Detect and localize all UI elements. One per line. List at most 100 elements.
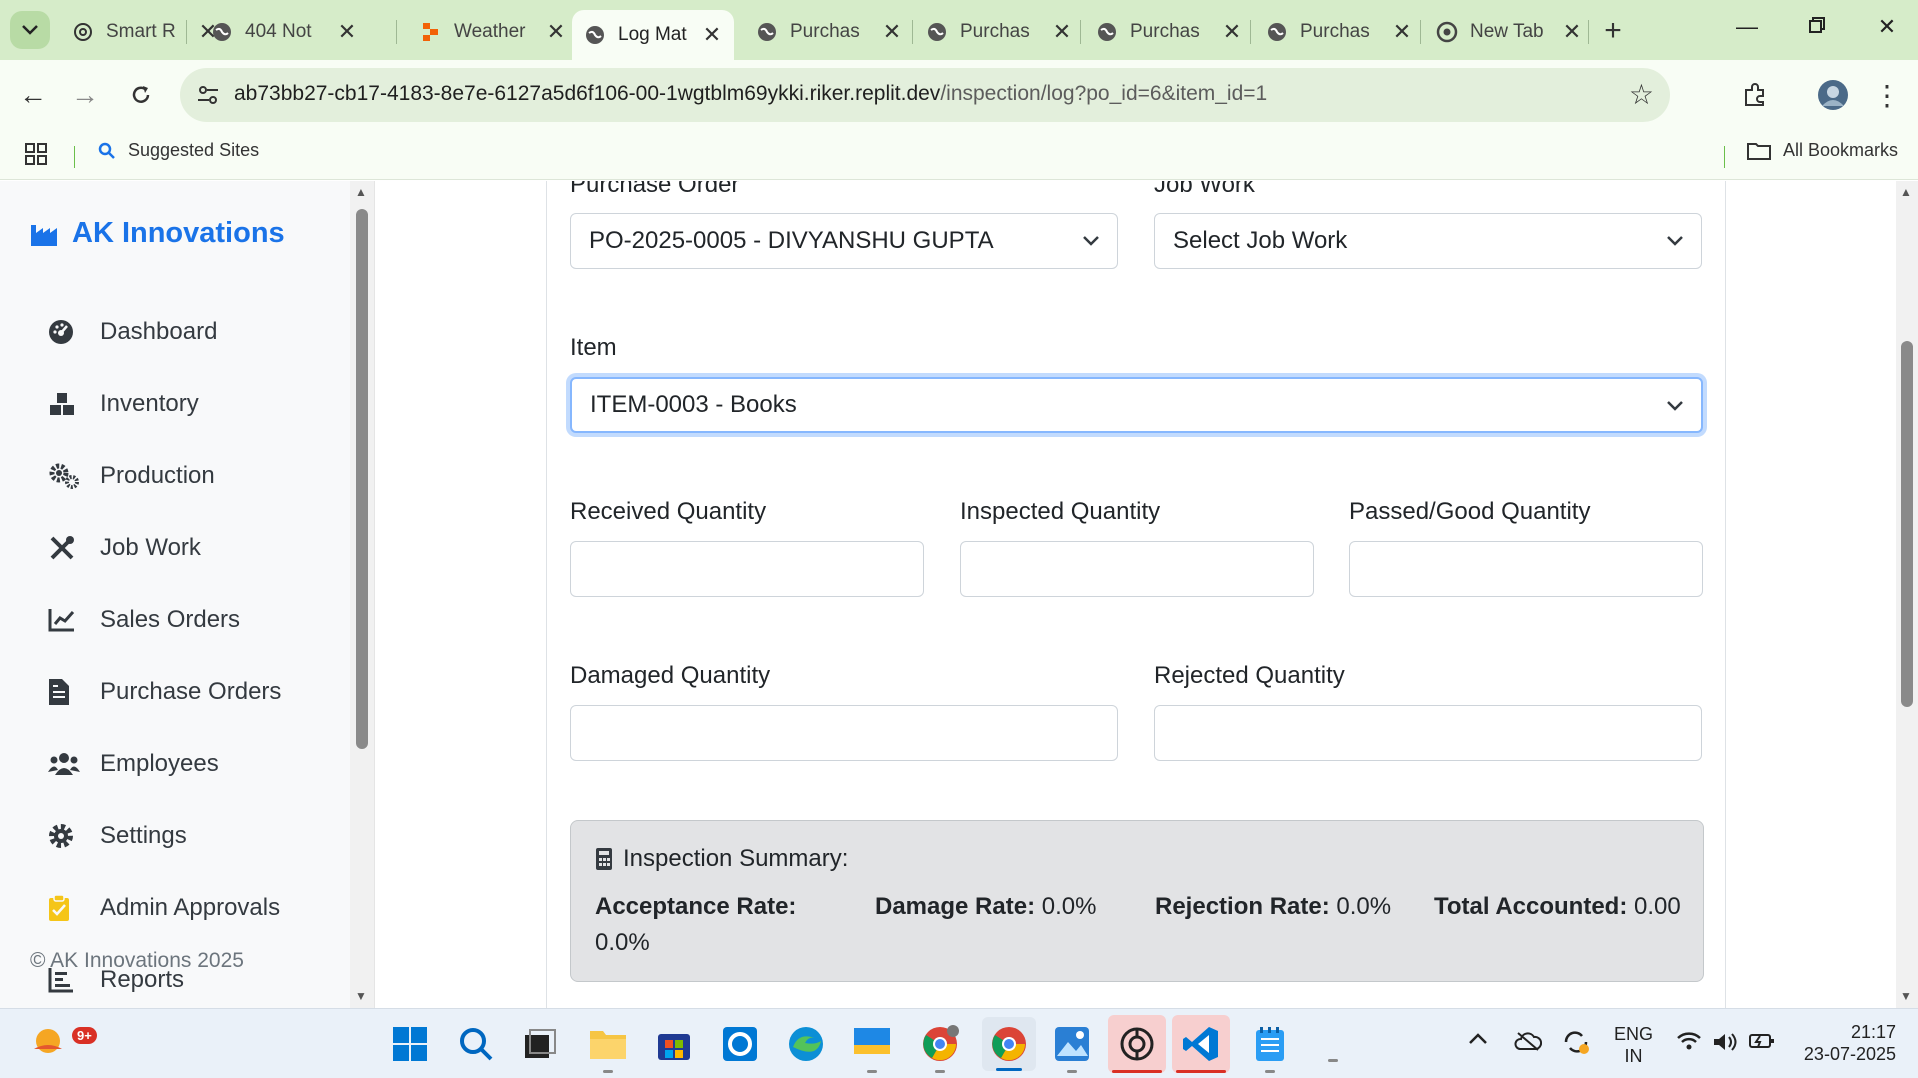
minimize-icon[interactable]: — [1732,14,1762,40]
close-tab-icon[interactable]: ✕ [702,22,722,48]
passed-quantity-input[interactable] [1349,541,1703,597]
microsoft-store-app[interactable] [652,1022,696,1066]
photos-app[interactable] [1050,1022,1094,1073]
page-scrollbar[interactable]: ▲ ▼ [1896,181,1918,1008]
back-icon[interactable]: ← [14,76,52,114]
close-tab-icon[interactable]: ✕ [337,19,357,45]
file-explorer-app[interactable] [586,1022,630,1073]
sidebar-scrollbar-thumb[interactable] [356,209,368,749]
new-tab-button[interactable]: + [1598,14,1628,48]
tab-weather[interactable]: Weather ✕ [408,10,578,54]
system-clock[interactable]: 21:17 23-07-2025 [1804,1021,1896,1065]
item-select[interactable]: ITEM-0003 - Books [570,377,1703,433]
weather-widget[interactable]: 9+ [28,1019,97,1063]
bookmark-star-icon[interactable]: ☆ [1629,78,1654,111]
start-button[interactable] [388,1022,432,1066]
brand-logo[interactable]: AK Innovations [30,217,285,250]
globe-icon [584,24,606,46]
close-tab-icon[interactable]: ✕ [1392,19,1412,45]
scroll-up-icon[interactable]: ▲ [1900,185,1912,199]
close-window-icon[interactable]: ✕ [1872,14,1902,40]
tab-strip: Smart R ✕ 404 Not ✕ Weather ✕ Log Mat ✕ … [0,0,1918,60]
onedrive-icon[interactable] [1514,1031,1543,1056]
received-quantity-input[interactable] [570,541,924,597]
cortana-app[interactable] [718,1022,762,1066]
inspection-summary-title: Inspection Summary: [623,845,849,872]
scroll-down-icon[interactable]: ▼ [355,989,367,1003]
language-indicator[interactable]: ENG IN [1614,1023,1653,1067]
rejection-rate-value: 0.0% [1336,893,1392,920]
profile-avatar[interactable] [1814,76,1852,114]
browser-menu-icon[interactable]: ⋮ [1868,76,1906,114]
inspected-quantity-label: Inspected Quantity [960,498,1161,525]
address-bar[interactable]: ab73bb27-cb17-4183-8e7e-6127a5d6f106-00-… [180,68,1670,122]
tab-search-button[interactable] [10,11,50,49]
scroll-up-icon[interactable]: ▲ [355,185,367,199]
tab-purchase-2[interactable]: Purchas ✕ [914,10,1084,54]
battery-icon[interactable] [1748,1031,1776,1056]
sidebar-item-sales-orders[interactable]: Sales Orders [48,600,240,640]
scroll-down-icon[interactable]: ▼ [1900,989,1912,1003]
inspected-quantity-input[interactable] [960,541,1314,597]
sidebar-item-purchase-orders[interactable]: Purchase Orders [48,672,281,712]
rejected-quantity-input[interactable] [1154,705,1702,761]
close-tab-icon[interactable]: ✕ [1562,19,1582,45]
close-tab-icon[interactable]: ✕ [546,19,566,45]
job-work-select[interactable]: Select Job Work [1154,213,1702,269]
boxes-icon [48,389,82,419]
restore-icon[interactable] [1802,14,1832,40]
volume-icon[interactable] [1712,1031,1738,1058]
show-hidden-icons[interactable] [1468,1029,1488,1050]
sidebar-item-label: Purchase Orders [100,678,282,705]
page-scrollbar-thumb[interactable] [1901,341,1913,707]
apps-grid-icon[interactable] [24,142,48,171]
chrome-app-active[interactable] [982,1017,1036,1071]
vscode-app[interactable] [1172,1015,1230,1073]
rejection-rate-label: Rejection Rate: [1155,893,1330,920]
windows-taskbar: 9+ ENG IN 21:17 23-07-2025 [0,1008,1918,1078]
tab-purchase-4[interactable]: Purchas ✕ [1254,10,1424,54]
purchase-order-value: PO-2025-0005 - DIVYANSHU GUPTA [589,227,994,254]
chrome-profile-app[interactable] [918,1022,962,1073]
remote-desktop-app[interactable] [850,1022,894,1073]
sidebar-item-job-work[interactable]: Job Work [48,528,201,568]
tab-log-material[interactable]: Log Mat ✕ [572,10,734,60]
edge-app[interactable] [784,1022,828,1066]
chatgpt-app[interactable] [1108,1015,1166,1073]
sidebar-item-production[interactable]: Production [48,456,215,496]
extensions-icon[interactable] [1736,76,1774,114]
close-tab-icon[interactable]: ✕ [1052,19,1072,45]
sidebar-item-settings[interactable]: Settings [48,816,187,856]
sidebar-item-employees[interactable]: Employees [48,744,219,784]
close-tab-icon[interactable]: ✕ [1222,19,1242,45]
notification-badge: 9+ [72,1027,97,1044]
sidebar-item-inventory[interactable]: Inventory [48,384,199,424]
reload-icon[interactable] [122,76,160,114]
chevron-down-icon [1667,401,1683,411]
sidebar-item-admin-approvals[interactable]: Admin Approvals [48,888,280,928]
purchase-order-select[interactable]: PO-2025-0005 - DIVYANSHU GUPTA [570,213,1118,269]
notepad-app[interactable] [1248,1022,1292,1073]
sidebar-item-dashboard[interactable]: Dashboard [48,312,217,352]
damage-rate-label: Damage Rate: [875,893,1036,920]
damaged-quantity-input[interactable] [570,705,1118,761]
tab-purchase-1[interactable]: Purchas ✕ [744,10,914,54]
folder-icon [1746,142,1771,160]
globe-icon [1266,21,1288,43]
search-button[interactable] [454,1022,498,1066]
site-info-icon[interactable] [194,81,222,109]
sidebar-scrollbar[interactable]: ▲ ▼ [350,181,374,1008]
close-tab-icon[interactable]: ✕ [882,19,902,45]
wifi-icon[interactable] [1676,1031,1702,1056]
all-bookmarks-link[interactable]: All Bookmarks [1746,140,1898,161]
suggested-sites-link[interactable]: Suggested Sites [98,140,259,161]
tab-title: Log Mat [618,24,687,45]
tab-404[interactable]: 404 Not ✕ [199,10,369,54]
task-view-button[interactable] [518,1022,562,1066]
globe-icon [926,21,948,43]
forward-icon[interactable]: → [66,76,104,114]
tab-new-tab[interactable]: New Tab ✕ [1424,10,1594,54]
bookmarks-bar: Suggested Sites All Bookmarks [0,130,1918,180]
tab-purchase-3[interactable]: Purchas ✕ [1084,10,1254,54]
sync-icon[interactable] [1562,1029,1590,1060]
